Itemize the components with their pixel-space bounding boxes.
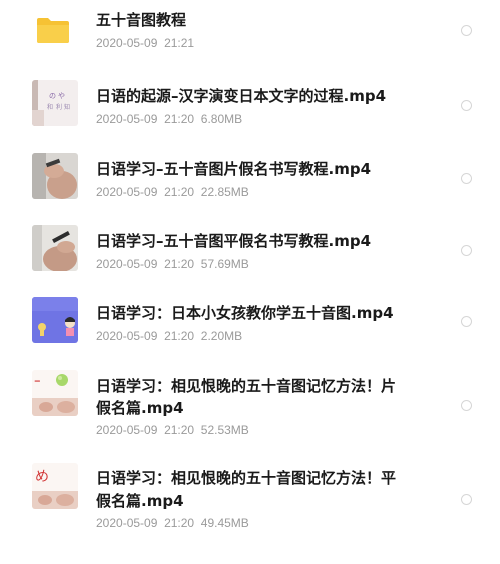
file-row[interactable]: の や 和 利 知 日语的起源–汉字演变日本文字的过程.mp4 2020-05-… bbox=[0, 76, 500, 134]
file-time: 21:20 bbox=[164, 329, 195, 343]
file-size: 49.45MB bbox=[200, 516, 249, 530]
file-name: 日语学习：日本小女孩教你学五十音图.mp4 bbox=[96, 304, 394, 322]
select-radio[interactable] bbox=[461, 173, 472, 184]
file-date: 2020-05-09 bbox=[96, 36, 158, 50]
svg-text:や: や bbox=[58, 92, 65, 100]
file-meta: 2020-05-09 21:21 bbox=[96, 35, 194, 51]
file-meta: 2020-05-09 21:20 2.20MB bbox=[96, 328, 242, 344]
file-size: 22.85MB bbox=[200, 185, 249, 199]
file-name-line2: 假名篇.mp4 bbox=[96, 399, 184, 417]
video-thumbnail bbox=[32, 297, 78, 343]
svg-text:知: 知 bbox=[64, 103, 70, 111]
file-row[interactable]: 日语学习–五十音图平假名书写教程.mp4 2020-05-09 21:20 57… bbox=[0, 222, 500, 280]
file-time: 21:20 bbox=[164, 516, 195, 530]
file-time: 21:21 bbox=[164, 36, 195, 50]
file-meta: 2020-05-09 21:20 22.85MB bbox=[96, 184, 249, 200]
svg-text:め: め bbox=[35, 469, 49, 485]
file-date: 2020-05-09 bbox=[96, 257, 158, 271]
file-date: 2020-05-09 bbox=[96, 185, 158, 199]
file-name: 日语学习–五十音图片假名书写教程.mp4 bbox=[96, 160, 372, 178]
video-thumbnail: ｰ bbox=[32, 370, 78, 416]
file-row-folder[interactable]: 五十音图教程 2020-05-09 21:21 bbox=[0, 0, 500, 58]
file-row[interactable]: ｰ 日语学习：相见恨晚的五十音图记忆方法！片 假名篇.mp4 2020-05-0… bbox=[0, 366, 500, 438]
file-date: 2020-05-09 bbox=[96, 112, 158, 126]
folder-icon bbox=[36, 16, 70, 44]
file-time: 21:20 bbox=[164, 257, 195, 271]
file-list: 五十音图教程 2020-05-09 21:21 の や 和 利 知 日语的起源–… bbox=[0, 0, 500, 564]
video-thumbnail: の や 和 利 知 bbox=[32, 80, 78, 126]
file-time: 21:20 bbox=[164, 112, 195, 126]
svg-text:和: 和 bbox=[47, 103, 53, 111]
svg-text:の: の bbox=[49, 92, 56, 100]
svg-text:利: 利 bbox=[56, 103, 62, 111]
file-meta: 2020-05-09 21:20 6.80MB bbox=[96, 111, 242, 127]
file-row[interactable]: め 日语学习：相见恨晚的五十音图记忆方法！平 假名篇.mp4 2020-05-0… bbox=[0, 458, 500, 530]
file-size: 57.69MB bbox=[200, 257, 249, 271]
select-radio[interactable] bbox=[461, 25, 472, 36]
file-date: 2020-05-09 bbox=[96, 423, 158, 437]
file-name-line1: 日语学习：相见恨晚的五十音图记忆方法！平 bbox=[96, 469, 397, 487]
file-meta: 2020-05-09 21:20 52.53MB bbox=[96, 422, 249, 438]
video-thumbnail: め bbox=[32, 463, 78, 509]
file-name: 日语的起源–汉字演变日本文字的过程.mp4 bbox=[96, 87, 387, 105]
file-size: 52.53MB bbox=[200, 423, 249, 437]
file-date: 2020-05-09 bbox=[96, 516, 158, 530]
file-date: 2020-05-09 bbox=[96, 329, 158, 343]
file-name-line2: 假名篇.mp4 bbox=[96, 492, 184, 510]
select-radio[interactable] bbox=[461, 245, 472, 256]
file-time: 21:20 bbox=[164, 423, 195, 437]
file-time: 21:20 bbox=[164, 185, 195, 199]
file-name: 日语学习–五十音图平假名书写教程.mp4 bbox=[96, 232, 372, 250]
file-size: 2.20MB bbox=[200, 329, 243, 343]
video-thumbnail bbox=[32, 225, 78, 271]
select-radio[interactable] bbox=[461, 316, 472, 327]
file-name: 五十音图教程 bbox=[96, 11, 187, 29]
file-row[interactable]: 日语学习：日本小女孩教你学五十音图.mp4 2020-05-09 21:20 2… bbox=[0, 294, 500, 352]
file-row[interactable]: 日语学习–五十音图片假名书写教程.mp4 2020-05-09 21:20 22… bbox=[0, 150, 500, 208]
select-radio[interactable] bbox=[461, 100, 472, 111]
select-radio[interactable] bbox=[461, 494, 472, 505]
select-radio[interactable] bbox=[461, 400, 472, 411]
file-name-line1: 日语学习：相见恨晚的五十音图记忆方法！片 bbox=[96, 377, 397, 395]
video-thumbnail bbox=[32, 153, 78, 199]
svg-text:ｰ: ｰ bbox=[34, 375, 41, 390]
file-size: 6.80MB bbox=[200, 112, 243, 126]
file-meta: 2020-05-09 21:20 49.45MB bbox=[96, 515, 249, 531]
file-meta: 2020-05-09 21:20 57.69MB bbox=[96, 256, 249, 272]
